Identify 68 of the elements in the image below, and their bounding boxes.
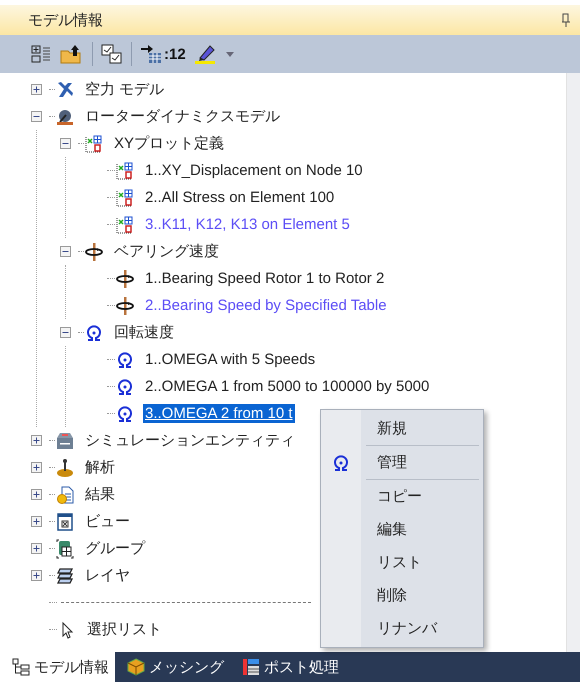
tree-item[interactable]: 2..Bearing Speed by Specified Table [143,296,389,315]
collapse-toggle[interactable] [60,138,71,149]
tree-item[interactable]: シミュレーションエンティティ [83,430,297,451]
tree-item[interactable]: 3..OMEGA 2 from 10 t [143,404,295,423]
expand-toggle[interactable] [31,84,42,95]
menu-item[interactable]: 新規 [321,412,483,445]
chart-panel-icon [242,658,260,676]
tree-item[interactable]: グループ [83,538,147,559]
bearing-icon [115,296,135,316]
expand-toggle[interactable] [31,489,42,500]
tree-item[interactable]: 結果 [83,484,117,505]
panel-tab[interactable]: モデル情報 [0,652,115,682]
omega-icon [115,404,135,424]
tree-item[interactable]: ビュー [83,511,132,532]
tree-item[interactable]: 2..OMEGA 1 from 5000 to 100000 by 5000 [143,377,432,396]
table-arrow-icon[interactable] [140,44,162,64]
bearing-icon [115,268,135,288]
tree-item[interactable]: レイヤ [83,565,132,586]
highlighter-icon[interactable] [194,44,218,64]
joystick-icon [55,458,75,478]
plot-grid-icon [115,214,135,234]
window-icon [55,512,75,532]
expand-toggle[interactable] [31,516,42,527]
pin-icon[interactable] [562,13,570,27]
collapse-toggle[interactable] [60,327,71,338]
omega-icon [331,452,351,472]
expand-toggle[interactable] [31,543,42,554]
expand-toggle[interactable] [31,462,42,473]
menu-item[interactable]: リスト [321,546,483,579]
tree-expand-icon[interactable] [30,44,52,64]
menu-item[interactable]: 管理 [321,446,483,479]
tree-item[interactable]: 1..XY_Displacement on Node 10 [143,161,365,180]
menu-item[interactable]: リナンバ [321,612,483,645]
plot-grid-icon [115,188,135,208]
tree-item[interactable]: 空力 モデル [83,79,166,100]
omega-icon [84,322,104,342]
tree-item[interactable]: 選択リスト [85,619,164,640]
tree-item[interactable]: 1..Bearing Speed Rotor 1 to Rotor 2 [143,269,386,288]
menu-item[interactable]: コピー [321,480,483,513]
group-table-icon [55,538,75,558]
menu-item[interactable]: 編集 [321,513,483,546]
tree-item[interactable]: ローターダイナミクスモデル [83,106,282,127]
checklist-icon[interactable] [101,44,123,64]
cube-icon [127,658,145,676]
tree-item[interactable]: 3..K11, K12, K13 on Element 5 [143,215,352,234]
collapse-toggle[interactable] [60,246,71,257]
tree-item[interactable]: 2..All Stress on Element 100 [143,188,336,207]
menu-item[interactable]: 削除 [321,579,483,612]
omega-icon [115,350,135,370]
tree-item[interactable]: 解析 [83,457,117,478]
cabinet-icon [55,430,75,450]
layers-icon [55,566,75,586]
tree-icon [12,658,30,676]
tree-item[interactable]: 回転速度 [112,322,176,343]
tree-item[interactable]: 1..OMEGA with 5 Speeds [143,350,318,369]
expand-toggle[interactable] [31,570,42,581]
panel-title: モデル情報 [28,10,103,30]
omega-icon [115,376,135,396]
collapse-toggle[interactable] [31,111,42,122]
count-label: :12 [164,46,186,62]
expand-toggle[interactable] [31,435,42,446]
plot-grid-icon [115,160,135,180]
dropdown-caret-icon[interactable] [226,52,234,56]
plot-grid-icon [84,134,104,154]
tree-item[interactable]: ベアリング速度 [112,241,221,262]
bearing-icon [84,242,104,262]
document-gear-icon [55,484,75,504]
tree-item[interactable]: XYプロット定義 [112,133,226,154]
